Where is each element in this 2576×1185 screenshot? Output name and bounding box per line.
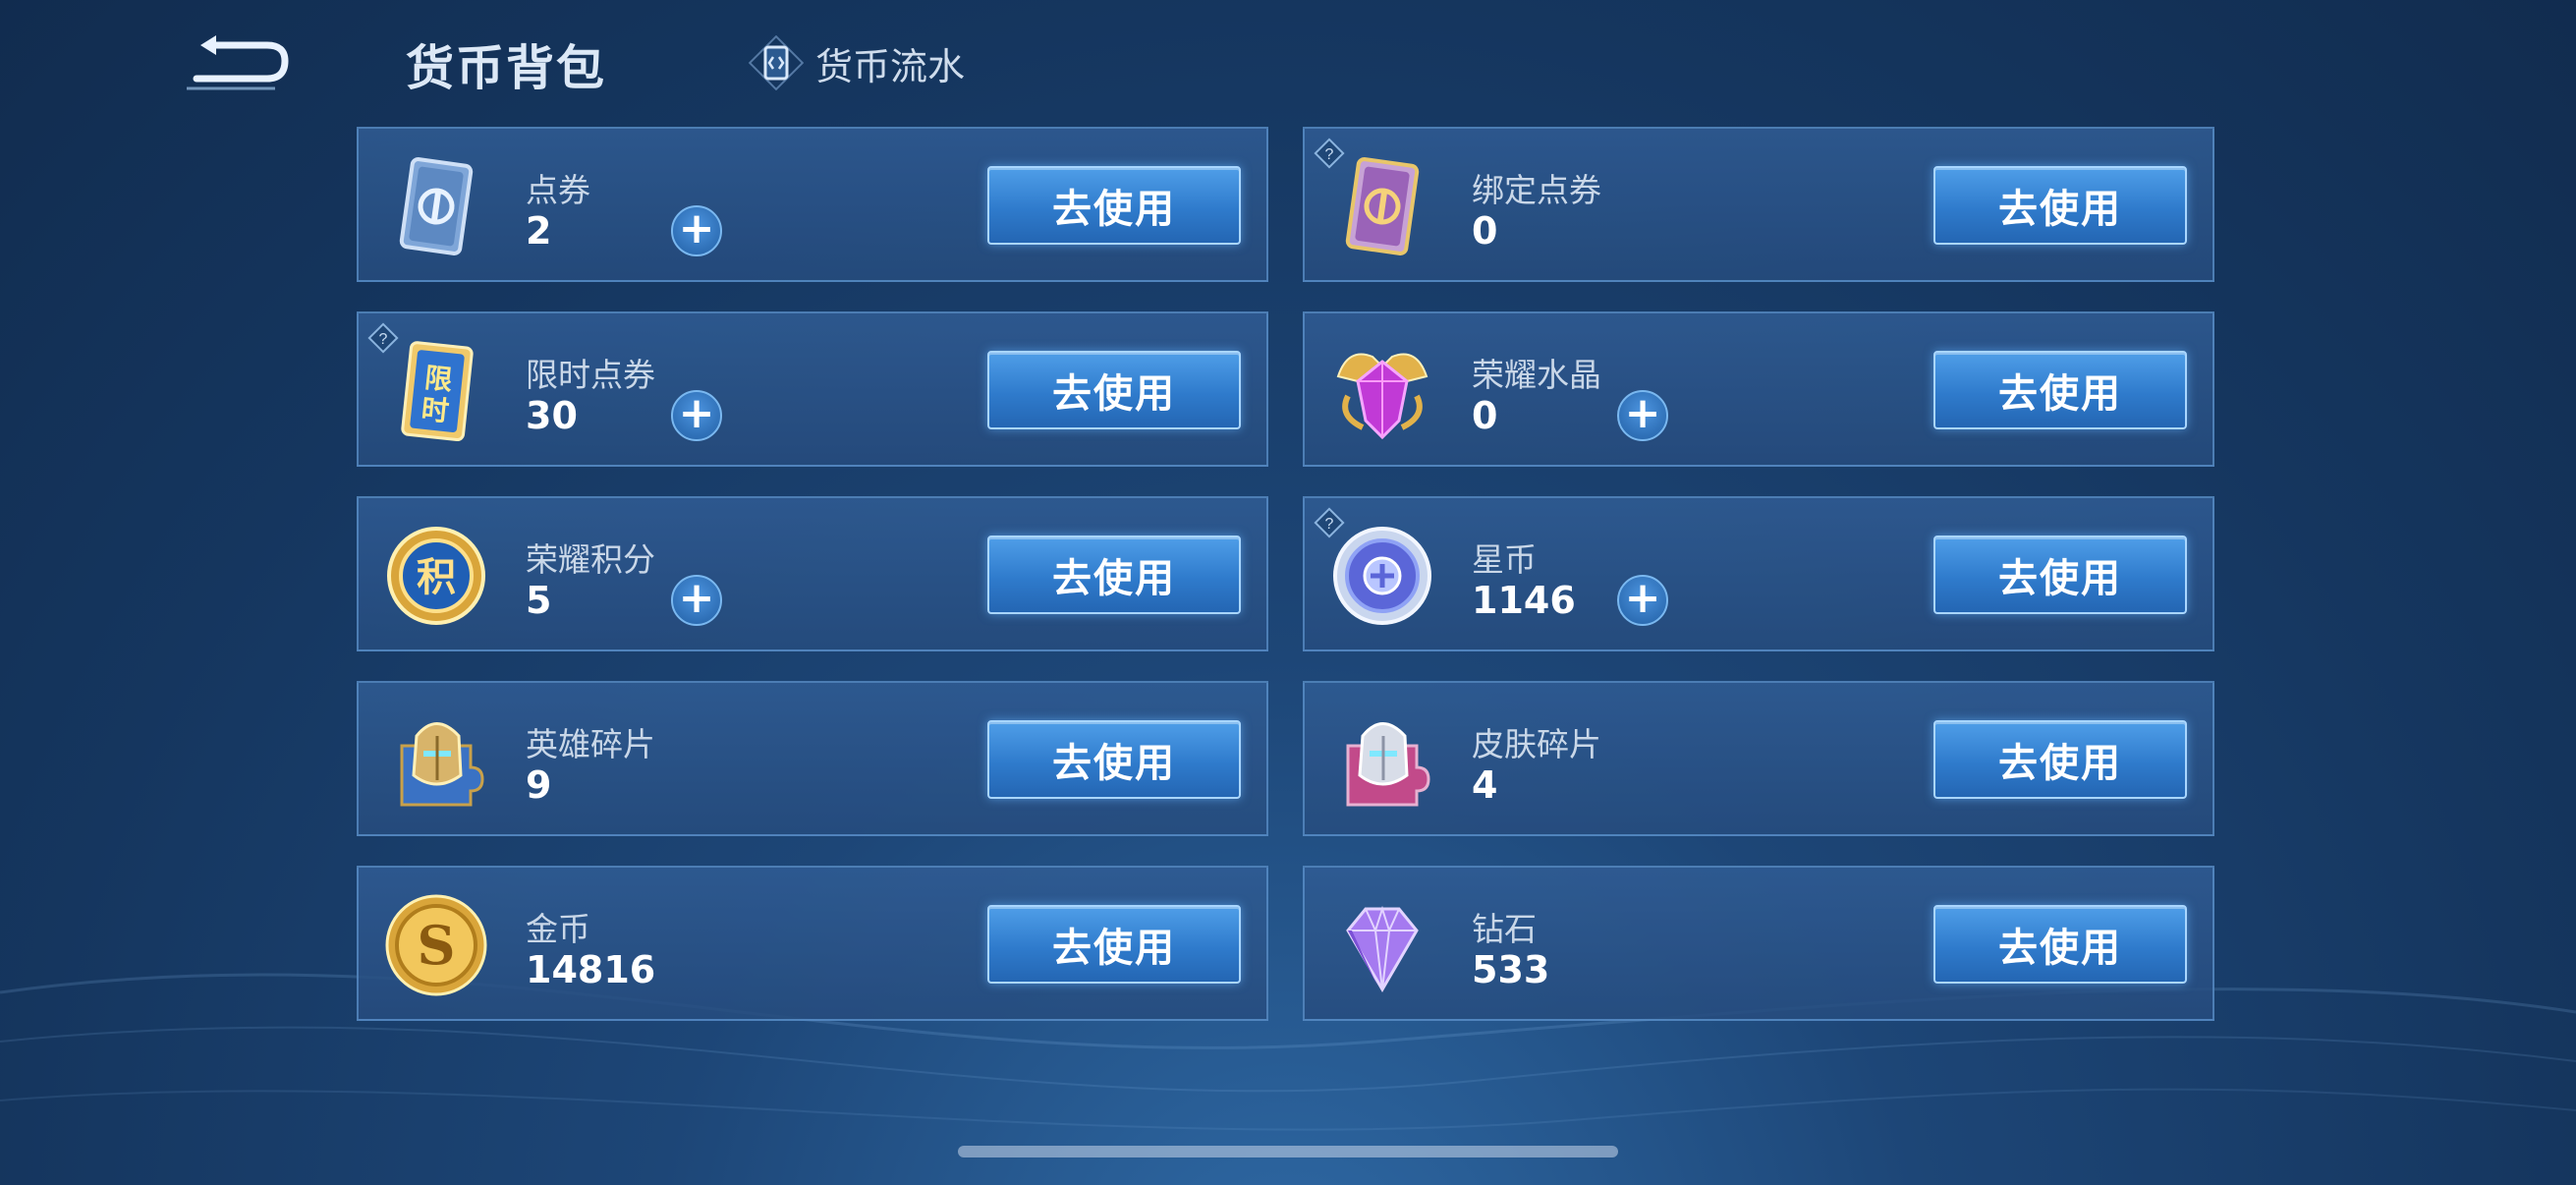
currency-card-star-coin: ? 星币 1146 + 去使用 [1303, 496, 2214, 651]
svg-text:S: S [418, 914, 456, 977]
currency-card-gold-coin: S 金币 14816 去使用 [357, 866, 1268, 1021]
currency-name: 皮肤碎片 [1472, 725, 1601, 763]
currency-card-glory-points: 积 荣耀积分 5 + 去使用 [357, 496, 1268, 651]
add-limited-coupon-button[interactable]: + [671, 390, 722, 441]
coupon-card-icon [399, 157, 474, 255]
currency-amount: 0 [1472, 394, 1498, 437]
currency-amount: 5 [526, 579, 552, 622]
currency-card-coupon: 点券 2 + 去使用 [357, 127, 1268, 282]
gold-coin-icon: S [385, 894, 487, 996]
svg-text:积: 积 [417, 555, 456, 600]
glory-points-icon: 积 [387, 527, 485, 625]
currency-name: 英雄碎片 [526, 725, 655, 763]
diamond-icon [1346, 905, 1419, 992]
use-skin-fragment-button[interactable]: 去使用 [1933, 720, 2187, 799]
currency-name: 钻石 [1472, 910, 1537, 948]
transaction-record-icon [749, 35, 804, 90]
currency-card-hero-fragment: 英雄碎片 9 去使用 [357, 681, 1268, 836]
currency-name: 点券 [526, 171, 590, 209]
currency-name: 荣耀积分 [526, 540, 655, 579]
currency-amount: 4 [1472, 763, 1498, 807]
svg-text:时: 时 [420, 393, 450, 428]
glory-crystal-icon [1336, 353, 1428, 440]
currency-flow-link[interactable]: 货币流水 [749, 33, 965, 92]
plus-icon: + [1624, 573, 1661, 623]
add-star-coin-button[interactable]: + [1617, 575, 1668, 626]
currency-card-glory-crystal: 荣耀水晶 0 + 去使用 [1303, 311, 2214, 467]
currency-amount: 2 [526, 209, 552, 253]
use-hero-fragment-button[interactable]: 去使用 [987, 720, 1241, 799]
currency-card-skin-fragment: 皮肤碎片 4 去使用 [1303, 681, 2214, 836]
currency-amount: 9 [526, 763, 552, 807]
currency-amount: 533 [1472, 948, 1550, 991]
hero-fragment-icon [400, 722, 484, 807]
currency-amount: 0 [1472, 209, 1498, 253]
currency-name: 星币 [1472, 540, 1537, 579]
page-title: 货币背包 [406, 40, 607, 96]
currency-card-limited-coupon: ? 限 时 限时点券 30 + 去使用 [357, 311, 1268, 467]
plus-icon: + [678, 203, 715, 254]
plus-icon: + [1624, 388, 1661, 438]
add-coupon-button[interactable]: + [671, 205, 722, 256]
bound-coupon-card-icon [1345, 157, 1420, 255]
currency-name: 金币 [526, 910, 590, 948]
add-glory-crystal-button[interactable]: + [1617, 390, 1668, 441]
limited-coupon-icon: 限 时 [401, 341, 474, 441]
currency-card-diamond: 钻石 533 去使用 [1303, 866, 2214, 1021]
use-star-coin-button[interactable]: 去使用 [1933, 536, 2187, 614]
currency-amount: 30 [526, 394, 578, 437]
currency-flow-label: 货币流水 [815, 44, 966, 88]
use-bound-coupon-button[interactable]: 去使用 [1933, 166, 2187, 245]
currency-card-bound-coupon: ? 绑定点券 0 去使用 [1303, 127, 2214, 282]
currency-name: 绑定点券 [1472, 171, 1601, 209]
use-coupon-button[interactable]: 去使用 [987, 166, 1241, 245]
svg-text:限: 限 [423, 362, 454, 397]
plus-icon: + [678, 573, 715, 623]
use-limited-coupon-button[interactable]: 去使用 [987, 351, 1241, 429]
back-arrow-icon [187, 35, 289, 90]
currency-name: 荣耀水晶 [1472, 356, 1601, 394]
currency-amount: 14816 [526, 948, 656, 991]
add-glory-points-button[interactable]: + [671, 575, 722, 626]
plus-icon: + [678, 388, 715, 438]
use-glory-points-button[interactable]: 去使用 [987, 536, 1241, 614]
back-button[interactable] [177, 28, 295, 96]
skin-fragment-icon [1346, 722, 1430, 807]
home-indicator[interactable] [958, 1146, 1618, 1157]
currency-name: 限时点券 [526, 356, 655, 394]
star-coin-icon [1333, 527, 1431, 625]
use-glory-crystal-button[interactable]: 去使用 [1933, 351, 2187, 429]
use-gold-coin-button[interactable]: 去使用 [987, 905, 1241, 984]
currency-amount: 1146 [1472, 579, 1576, 622]
use-diamond-button[interactable]: 去使用 [1933, 905, 2187, 984]
